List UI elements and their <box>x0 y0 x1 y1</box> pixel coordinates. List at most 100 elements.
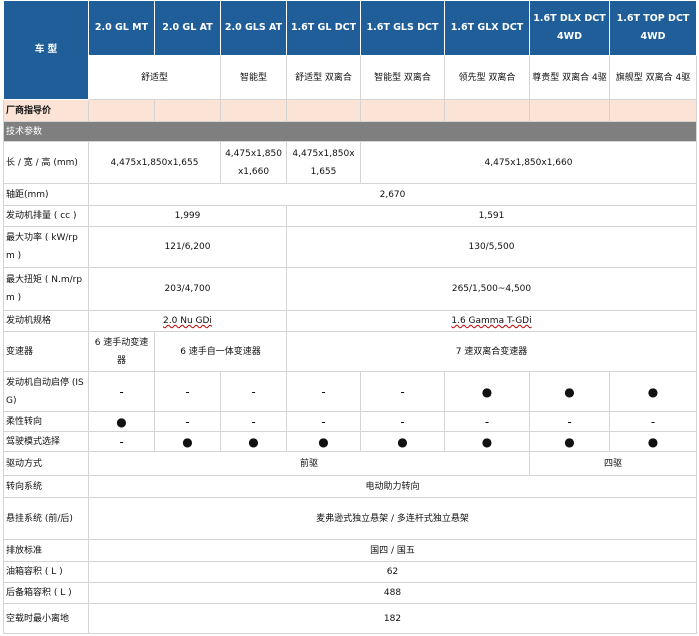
cell-value: 电动助力转向 <box>88 475 697 498</box>
row-engine: 发动机规格 2.0 Nu GDi 1.6 Gamma T-GDi <box>3 310 697 332</box>
feature-mark: ● <box>444 371 530 412</box>
cell-value: 488 <box>88 582 697 604</box>
feature-mark: ● <box>154 431 221 452</box>
cell-value: 1,591 <box>286 205 697 227</box>
feature-mark: - <box>360 411 445 432</box>
trim-label: 舒适型 双离合 <box>286 55 361 100</box>
model-name: 1.6T GLS DCT <box>360 0 445 56</box>
cell-value: 1,999 <box>88 205 287 227</box>
model-name: 1.6T GLX DCT <box>444 0 530 56</box>
cell-value: 7 速双离合变速器 <box>286 331 697 372</box>
row-label: 发动机自动启停 (ISG) <box>3 371 89 412</box>
trim-label: 智能型 双离合 <box>360 55 445 100</box>
feature-mark: ● <box>88 411 155 432</box>
model-name: 1.6T DLX DCT 4WD <box>529 0 610 56</box>
row-isg: 发动机自动启停 (ISG) - - - - - ● ● ● <box>3 371 697 412</box>
feature-mark: - <box>444 411 530 432</box>
cell-value: 1.6 Gamma T-GDi <box>286 310 697 332</box>
cell-value: 265/1,500~4,500 <box>286 267 697 311</box>
trim-label: 尊贵型 双离合 4驱 <box>529 55 610 100</box>
row-label: 变速器 <box>3 331 89 372</box>
row-label: 轴距(mm) <box>3 183 89 206</box>
feature-mark: - <box>609 411 697 432</box>
feature-mark: ● <box>220 431 287 452</box>
feature-mark: ● <box>286 431 361 452</box>
model-label: 车 型 <box>3 0 89 100</box>
row-drivetrain: 驱动方式 前驱 四驱 <box>3 451 697 476</box>
cell-value: 121/6,200 <box>88 226 287 268</box>
engine-spec-text: 2.0 Nu GDi <box>163 316 212 326</box>
feature-mark: - <box>529 411 610 432</box>
feature-mark: ● <box>360 431 445 452</box>
row-transmission: 变速器 6 速手动变速器 6 速手自一体变速器 7 速双离合变速器 <box>3 331 697 372</box>
trim-label: 旗舰型 双离合 4驱 <box>609 55 697 100</box>
row-label: 驱动方式 <box>3 451 89 476</box>
cell-value: 2,670 <box>88 183 697 206</box>
row-flex-steering: 柔性转向 ● - - - - - - - <box>3 411 697 432</box>
row-label: 空载时最小离地 <box>3 603 89 634</box>
cell-value: 前驱 <box>88 451 530 476</box>
feature-mark: - <box>360 371 445 412</box>
row-label: 柔性转向 <box>3 411 89 432</box>
feature-mark: - <box>154 371 221 412</box>
trim-label: 舒适型 <box>88 55 221 100</box>
row-power: 最大功率 ( kW/rpm ) 121/6,200 130/5,500 <box>3 226 697 268</box>
feature-mark: - <box>88 431 155 452</box>
model-name: 2.0 GL AT <box>154 0 221 56</box>
engine-spec-text: 1.6 Gamma T-GDi <box>451 316 532 326</box>
feature-mark: ● <box>529 371 610 412</box>
header-row-trims: 舒适型 智能型 舒适型 双离合 智能型 双离合 领先型 双离合 尊贵型 双离合 … <box>4 55 697 100</box>
row-label: 排放标准 <box>3 539 89 562</box>
row-drive-mode: 驾驶模式选择 - ● ● ● ● ● ● ● <box>3 431 697 452</box>
feature-mark: - <box>154 411 221 432</box>
row-displacement: 发动机排量 ( cc ) 1,999 1,591 <box>3 205 697 227</box>
row-label: 发动机规格 <box>3 310 89 332</box>
header-row-models: 车 型 2.0 GL MT 2.0 GL AT 2.0 GLS AT 1.6T … <box>3 0 697 100</box>
cell-value: 4,475x1,850x 1,655 <box>286 141 361 184</box>
trim-label: 智能型 <box>220 55 287 100</box>
row-label: 发动机排量 ( cc ) <box>3 205 89 227</box>
cell-value: 4,475x1,850x1,660 <box>220 141 287 184</box>
cell-value: 182 <box>88 603 697 634</box>
cell-value: 四驱 <box>529 451 697 476</box>
cell-value: 国四 / 国五 <box>88 539 697 562</box>
row-emission: 排放标准 国四 / 国五 <box>3 539 697 562</box>
row-suspension: 悬挂系统 (前/后) 麦弗逊式独立悬架 / 多连杆式独立悬架 <box>3 497 697 540</box>
row-label: 油箱容积 ( L ) <box>3 561 89 583</box>
feature-mark: - <box>220 371 287 412</box>
cell-value: 6 速手动变速器 <box>88 331 155 372</box>
cell-value: 麦弗逊式独立悬架 / 多连杆式独立悬架 <box>88 497 697 540</box>
model-name: 1.6T GL DCT <box>286 0 361 56</box>
row-label: 悬挂系统 (前/后) <box>3 497 89 540</box>
feature-mark: ● <box>444 431 530 452</box>
row-fuel-tank: 油箱容积 ( L ) 62 <box>3 561 697 583</box>
section-label: 技术参数 <box>3 121 697 142</box>
cell-value: 6 速手自一体变速器 <box>154 331 287 372</box>
cell-value: 62 <box>88 561 697 583</box>
cell-value: 4,475x1,850x1,655 <box>88 141 221 184</box>
row-label: 长 / 宽 / 高 (mm) <box>3 141 89 184</box>
section-row: 技术参数 <box>3 121 697 142</box>
row-label: 最大扭矩 ( N.m/rpm ) <box>3 267 89 311</box>
row-label: 转向系统 <box>3 475 89 498</box>
row-torque: 最大扭矩 ( N.m/rpm ) 203/4,700 265/1,500~4,5… <box>3 267 697 311</box>
row-trunk: 后备箱容积 ( L ) 488 <box>3 582 697 604</box>
cell-value: 2.0 Nu GDi <box>88 310 287 332</box>
price-row: 厂商指导价 <box>3 99 697 122</box>
feature-mark: ● <box>609 431 697 452</box>
model-name: 2.0 GLS AT <box>220 0 287 56</box>
price-label: 厂商指导价 <box>3 99 89 122</box>
feature-mark: - <box>286 411 361 432</box>
row-label: 最大功率 ( kW/rpm ) <box>3 226 89 268</box>
cell-value: 203/4,700 <box>88 267 287 311</box>
trim-label: 领先型 双离合 <box>444 55 530 100</box>
feature-mark: - <box>88 371 155 412</box>
model-name: 1.6T TOP DCT 4WD <box>609 0 697 56</box>
feature-mark: ● <box>529 431 610 452</box>
model-name: 2.0 GL MT <box>88 0 155 56</box>
spec-table: 车 型 2.0 GL MT 2.0 GL AT 2.0 GLS AT 1.6T … <box>3 0 697 634</box>
feature-mark: ● <box>609 371 697 412</box>
feature-mark: - <box>286 371 361 412</box>
feature-mark: - <box>220 411 287 432</box>
row-label: 驾驶模式选择 <box>3 431 89 452</box>
